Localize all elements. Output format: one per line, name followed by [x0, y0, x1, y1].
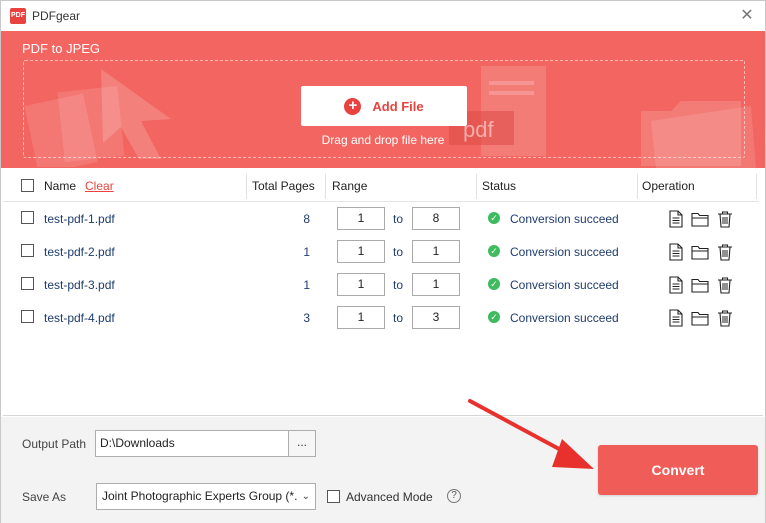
file-name: test-pdf-1.pdf — [44, 212, 115, 226]
file-table: Name Clear Total Pages Range Status Opera… — [3, 171, 763, 416]
settings-panel: Output Path D:\Downloads ... Save As Joi… — [1, 417, 765, 523]
range-from-input[interactable]: 1 — [337, 273, 385, 296]
document-icon[interactable] — [667, 309, 685, 327]
range-to-label: to — [393, 245, 404, 259]
range-from-input[interactable]: 1 — [337, 240, 385, 263]
table-row[interactable]: test-pdf-1.pdf 8 1 to 8 ✓ Conversion suc… — [3, 202, 759, 235]
range-to-label: to — [393, 311, 404, 325]
range-to-input[interactable]: 1 — [412, 240, 460, 263]
advanced-mode-checkbox[interactable] — [327, 490, 340, 503]
table-row[interactable]: test-pdf-4.pdf 3 1 to 3 ✓ Conversion suc… — [3, 301, 759, 334]
header-total-pages: Total Pages — [252, 179, 315, 193]
column-divider[interactable] — [476, 174, 477, 199]
folder-icon[interactable] — [691, 210, 709, 228]
folder-icon[interactable] — [691, 309, 709, 327]
total-pages: 8 — [303, 212, 310, 226]
column-divider[interactable] — [325, 174, 326, 199]
checkmark-icon: ✓ — [488, 278, 500, 290]
document-icon[interactable] — [667, 243, 685, 261]
table-row[interactable]: test-pdf-2.pdf 1 1 to 1 ✓ Conversion suc… — [3, 235, 759, 268]
chevron-down-icon: ⌄ — [301, 491, 310, 502]
total-pages: 1 — [303, 245, 310, 259]
help-icon[interactable]: ? — [447, 489, 461, 503]
clear-link[interactable]: Clear — [85, 179, 114, 193]
folder-icon[interactable] — [691, 243, 709, 261]
column-divider[interactable] — [756, 174, 757, 199]
drop-hint: Drag and drop file here — [321, 133, 445, 147]
status-text: Conversion succeed — [510, 245, 619, 259]
trash-icon[interactable] — [716, 210, 734, 228]
range-to-label: to — [393, 212, 404, 226]
output-path-label: Output Path — [22, 437, 87, 451]
app-title: PDFgear — [32, 9, 81, 23]
name-header-label: Name — [44, 179, 77, 193]
browse-button[interactable]: ... — [288, 430, 316, 457]
total-pages: 1 — [303, 278, 310, 292]
range-to-label: to — [393, 278, 404, 292]
title-bar: PDF PDFgear ✕ — [1, 1, 765, 31]
trash-icon[interactable] — [716, 276, 734, 294]
range-to-input[interactable]: 3 — [412, 306, 460, 329]
range-to-input[interactable]: 8 — [412, 207, 460, 230]
close-icon: ✕ — [740, 7, 754, 24]
file-name: test-pdf-2.pdf — [44, 245, 115, 259]
red-arrow-icon — [468, 399, 594, 469]
status-text: Conversion succeed — [510, 278, 619, 292]
header-operation: Operation — [642, 179, 695, 193]
row-checkbox[interactable] — [21, 211, 34, 224]
checkmark-icon: ✓ — [488, 311, 500, 323]
header-name: Name Clear — [44, 171, 114, 202]
table-row[interactable]: test-pdf-3.pdf 1 1 to 1 ✓ Conversion suc… — [3, 268, 759, 301]
total-pages: 3 — [303, 311, 310, 325]
range-to-input[interactable]: 1 — [412, 273, 460, 296]
range-from-input[interactable]: 1 — [337, 207, 385, 230]
drop-banner: pdf PDF to JPEG + Add File Drag and drop… — [1, 31, 765, 168]
advanced-mode-label[interactable]: Advanced Mode — [346, 490, 433, 504]
plus-icon: + — [344, 97, 362, 115]
select-all-checkbox[interactable] — [21, 179, 34, 192]
add-file-label: Add File — [372, 98, 424, 114]
row-checkbox[interactable] — [21, 244, 34, 257]
conversion-title: PDF to JPEG — [22, 41, 101, 56]
convert-button[interactable]: Convert — [598, 445, 758, 495]
app-window: PDF PDFgear ✕ pdf PDF to JPEG + Add File… — [0, 0, 766, 523]
range-from-input[interactable]: 1 — [337, 306, 385, 329]
add-file-button[interactable]: + Add File — [301, 86, 467, 126]
checkmark-icon: ✓ — [488, 212, 500, 224]
trash-icon[interactable] — [716, 243, 734, 261]
header-status: Status — [482, 179, 517, 193]
pdfgear-logo: PDF — [10, 8, 26, 24]
header-range: Range — [332, 179, 368, 193]
save-as-select[interactable]: Joint Photographic Experts Group (*. ⌄ — [96, 483, 316, 510]
output-path-input[interactable]: D:\Downloads — [95, 430, 289, 457]
document-icon[interactable] — [667, 276, 685, 294]
save-as-value: Joint Photographic Experts Group (*. — [102, 489, 298, 503]
row-checkbox[interactable] — [21, 277, 34, 290]
column-divider[interactable] — [637, 174, 638, 199]
checkmark-icon: ✓ — [488, 245, 500, 257]
file-name: test-pdf-4.pdf — [44, 311, 115, 325]
trash-icon[interactable] — [716, 309, 734, 327]
column-divider[interactable] — [246, 174, 247, 199]
document-icon[interactable] — [667, 210, 685, 228]
table-header: Name Clear Total Pages Range Status Opera… — [3, 171, 759, 202]
close-button[interactable]: ✕ — [737, 6, 757, 26]
status-text: Conversion succeed — [510, 311, 619, 325]
status-text: Conversion succeed — [510, 212, 619, 226]
file-name: test-pdf-3.pdf — [44, 278, 115, 292]
folder-icon[interactable] — [691, 276, 709, 294]
save-as-label: Save As — [22, 490, 67, 504]
row-checkbox[interactable] — [21, 310, 34, 323]
